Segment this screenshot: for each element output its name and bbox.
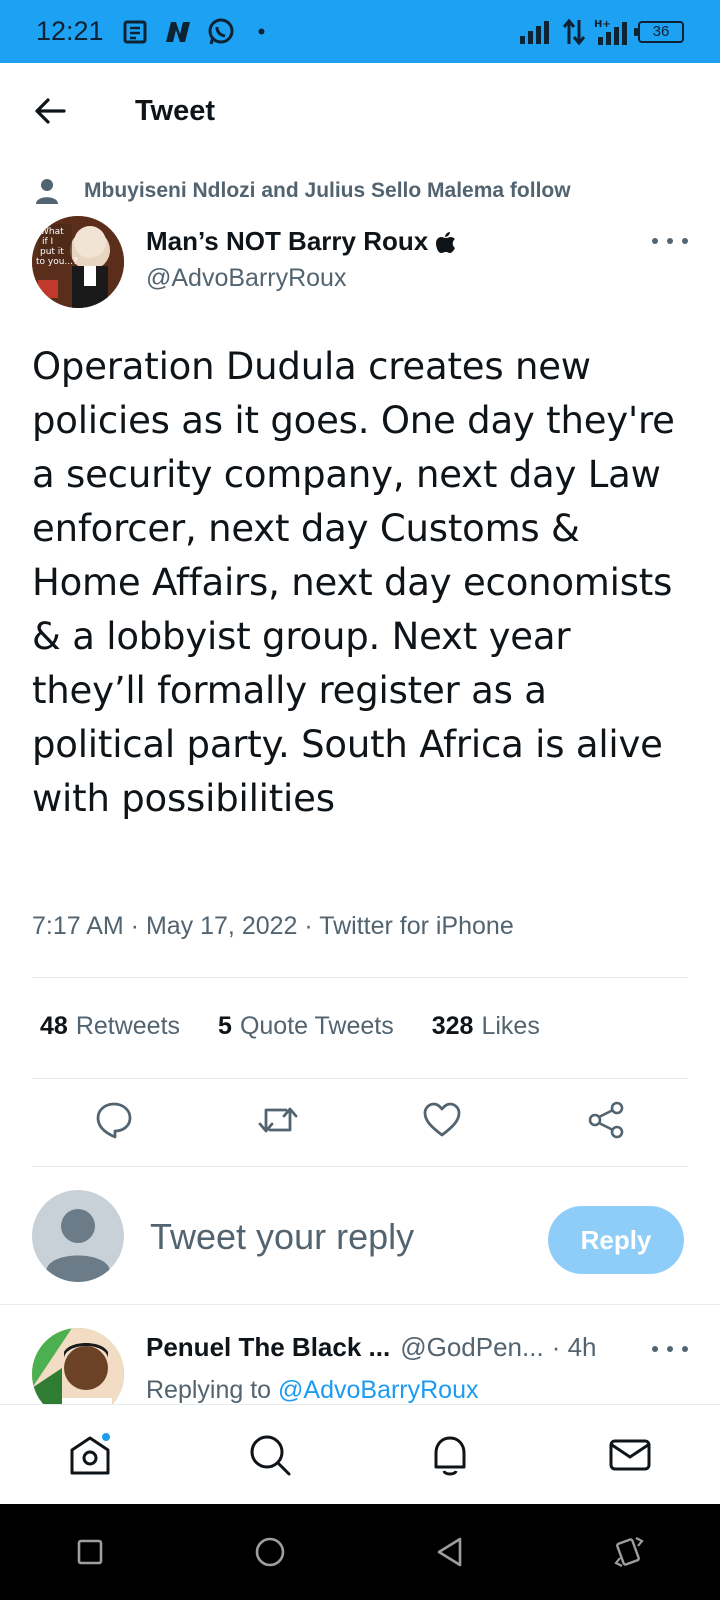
recent-apps-button[interactable] — [60, 1522, 120, 1582]
tweet-actions — [32, 1096, 688, 1144]
reply-header[interactable]: Penuel The Black ... @GodPen... · 4h — [146, 1332, 597, 1363]
author-name-text: Man’s NOT Barry Roux — [146, 226, 429, 256]
more-dot — [682, 238, 688, 244]
retweets-label: Retweets — [75, 1012, 181, 1040]
author-avatar[interactable]: What if I put it to you...? — [32, 216, 124, 308]
retweets-stat[interactable]: 48 Retweets — [40, 1012, 180, 1041]
nav-home[interactable] — [60, 1425, 120, 1485]
default-avatar-icon — [46, 1209, 110, 1282]
circle-icon — [255, 1537, 285, 1567]
reply-input[interactable]: Tweet your reply — [150, 1216, 510, 1258]
triangle-back-icon — [437, 1537, 462, 1567]
share-button[interactable] — [582, 1096, 630, 1144]
more-options-button[interactable] — [652, 226, 688, 256]
status-time: 12:21 — [36, 16, 104, 46]
retweet-icon — [258, 1107, 298, 1133]
likes-count: 328 — [431, 1012, 474, 1040]
divider — [32, 1078, 688, 1079]
more-dot — [652, 1346, 658, 1352]
author-handle[interactable]: @AdvoBarryRoux — [146, 264, 346, 293]
status-dot: • — [257, 18, 266, 44]
likes-stat[interactable]: 328 Likes — [432, 1012, 540, 1041]
page-title: Tweet — [135, 94, 216, 127]
hplus-signal-icon: H+ — [594, 19, 627, 45]
divider — [32, 1166, 688, 1167]
replying-to: Replying to @AdvoBarryRoux — [146, 1376, 478, 1405]
share-icon — [588, 1101, 624, 1139]
back-system-button[interactable] — [420, 1522, 480, 1582]
quote-tweets-label: Quote Tweets — [239, 1012, 394, 1040]
home-system-button[interactable] — [240, 1522, 300, 1582]
retweets-count: 48 — [40, 1012, 68, 1040]
more-dot — [667, 1346, 673, 1352]
quote-tweets-count: 5 — [218, 1012, 232, 1040]
divider — [32, 977, 688, 978]
user-avatar[interactable] — [32, 1190, 124, 1282]
reply-time: · 4h — [551, 1332, 597, 1362]
rotate-button[interactable] — [600, 1522, 660, 1582]
replying-to-label: Replying to — [146, 1376, 272, 1404]
battery-icon: 36 — [634, 20, 684, 43]
person-icon — [36, 179, 58, 204]
divider — [0, 1304, 720, 1305]
notifications-icon — [434, 1436, 466, 1475]
social-context-text: Mbuyiseni Ndlozi and Julius Sello Malema… — [84, 179, 571, 202]
retweet-button[interactable] — [254, 1096, 302, 1144]
reply-button[interactable] — [90, 1096, 138, 1144]
square-icon — [77, 1539, 103, 1565]
reply-more-button[interactable] — [652, 1342, 688, 1356]
news-icon — [123, 20, 147, 43]
nav-messages[interactable] — [600, 1425, 660, 1485]
tweet-meta[interactable]: 7:17 AM · May 17, 2022 · Twitter for iPh… — [32, 912, 514, 941]
reply-author-handle: @GodPen... — [400, 1332, 544, 1362]
status-bar: 12:21 • H+ 36 — [0, 0, 720, 63]
social-context[interactable]: Mbuyiseni Ndlozi and Julius Sello Malema… — [32, 176, 571, 206]
nav-search[interactable] — [240, 1425, 300, 1485]
svg-text:put it: put it — [40, 247, 64, 257]
header: Tweet — [0, 63, 720, 159]
tweet-stats: 48 Retweets 5 Quote Tweets 328 Likes — [40, 1012, 540, 1041]
svg-text:to you...?: to you...? — [36, 257, 78, 267]
reply-icon — [96, 1102, 132, 1139]
nav-notifications[interactable] — [420, 1425, 480, 1485]
replying-to-mention[interactable]: @AdvoBarryRoux — [278, 1376, 478, 1404]
author-name[interactable]: Man’s NOT Barry Roux — [146, 226, 456, 257]
apple-icon — [436, 231, 456, 253]
reply-submit-button[interactable]: Reply — [548, 1206, 684, 1274]
like-icon — [423, 1102, 461, 1137]
more-dot — [682, 1346, 688, 1352]
status-notification-icons: • — [122, 17, 266, 47]
whatsapp-icon — [208, 18, 234, 44]
more-dot — [652, 238, 658, 244]
quote-tweets-stat[interactable]: 5 Quote Tweets — [218, 1012, 394, 1041]
more-dot — [667, 238, 673, 244]
signal-icon — [520, 20, 549, 44]
like-button[interactable] — [418, 1096, 466, 1144]
n-app-icon — [165, 21, 190, 42]
arrow-left-icon — [35, 98, 66, 124]
status-system-icons: H+ 36 — [518, 17, 684, 47]
svg-text:What: What — [40, 227, 64, 237]
data-arrows-icon — [562, 18, 586, 45]
rotate-icon — [614, 1537, 644, 1567]
android-system-nav — [0, 1504, 720, 1600]
search-icon — [250, 1435, 291, 1475]
bottom-nav — [0, 1404, 720, 1504]
messages-icon — [609, 1439, 651, 1470]
likes-label: Likes — [481, 1012, 540, 1040]
back-button[interactable] — [20, 81, 80, 141]
notification-dot — [100, 1430, 112, 1443]
tweet-text: Operation Dudula creates new policies as… — [32, 345, 675, 820]
svg-text:if I: if I — [42, 237, 53, 247]
svg-text:H+: H+ — [594, 19, 611, 30]
author-avatar-image: What if I put it to you...? — [32, 216, 124, 308]
reply-author-name: Penuel The Black ... — [146, 1332, 391, 1362]
